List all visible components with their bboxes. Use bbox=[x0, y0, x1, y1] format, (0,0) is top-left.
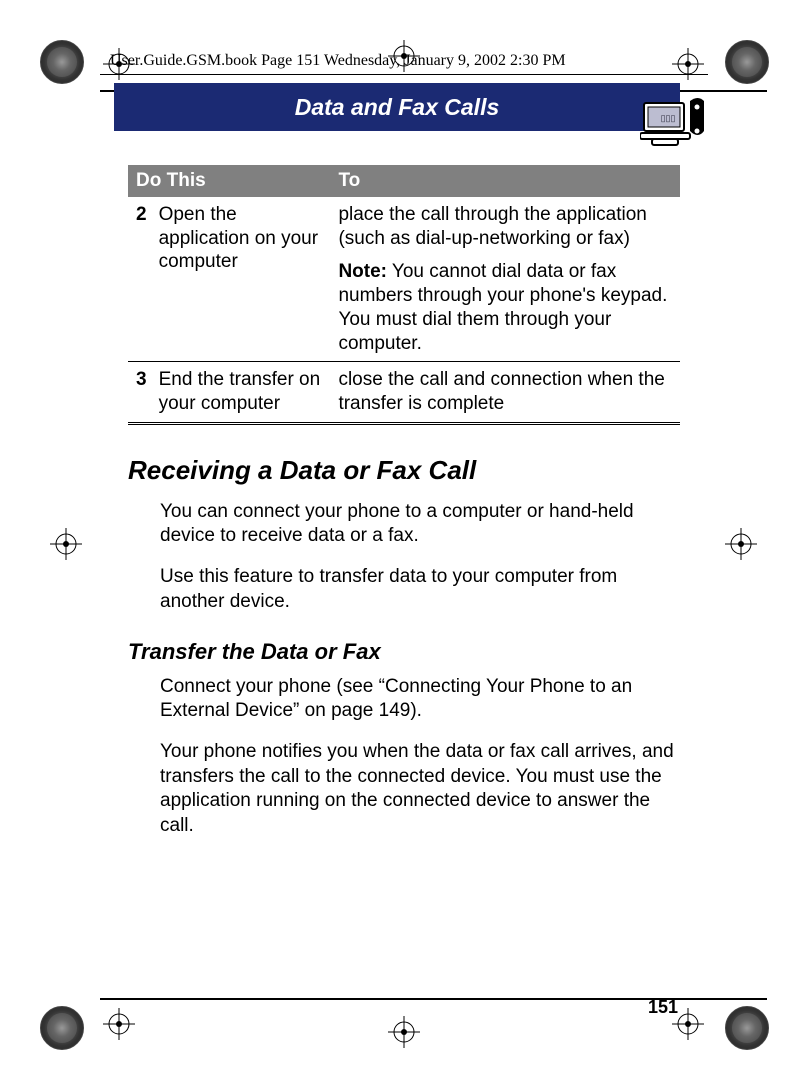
step-result-main: close the call and connection when the t… bbox=[330, 362, 680, 424]
step-note: Note: You cannot dial data or fax number… bbox=[338, 260, 672, 355]
step-action: End the transfer on your computer bbox=[151, 362, 331, 424]
decor-disc-bottom-right-icon bbox=[725, 1006, 769, 1050]
registration-mark-icon bbox=[50, 528, 82, 560]
section-banner-wrap: Data and Fax Calls ▯▯▯ bbox=[100, 79, 708, 137]
decor-disc-top-right-icon bbox=[725, 40, 769, 84]
step-result: place the call through the application (… bbox=[330, 197, 680, 362]
paragraph: Your phone notifies you when the data or… bbox=[128, 740, 680, 839]
paragraph: Connect your phone (see “Connecting Your… bbox=[128, 675, 680, 724]
table-row: 2 Open the application on your computer … bbox=[128, 197, 680, 362]
paragraph: Use this feature to transfer data to you… bbox=[128, 565, 680, 614]
registration-mark-icon bbox=[725, 528, 757, 560]
content-body: Do This To 2 Open the application on you… bbox=[100, 137, 708, 839]
subheading-transfer: Transfer the Data or Fax bbox=[128, 639, 680, 665]
decor-disc-bottom-left-icon bbox=[40, 1006, 84, 1050]
svg-text:▯▯▯: ▯▯▯ bbox=[661, 113, 676, 123]
step-number: 2 bbox=[128, 197, 151, 362]
page-number: 151 bbox=[648, 997, 678, 1018]
instruction-table: Do This To 2 Open the application on you… bbox=[128, 165, 680, 425]
computer-phone-icon: ▯▯▯ bbox=[640, 93, 712, 149]
table-header-do-this: Do This bbox=[128, 165, 330, 197]
note-label: Note: bbox=[338, 261, 387, 282]
document-page: User.Guide.GSM.book Page 151 Wednesday, … bbox=[100, 40, 708, 1040]
step-action: Open the application on your computer bbox=[151, 197, 331, 362]
paragraph: You can connect your phone to a computer… bbox=[128, 500, 680, 549]
table-header-to: To bbox=[330, 165, 680, 197]
step-number: 3 bbox=[128, 362, 151, 424]
page-header-line: User.Guide.GSM.book Page 151 Wednesday, … bbox=[100, 40, 708, 75]
step-result-main: place the call through the application (… bbox=[338, 203, 672, 251]
table-row: 3 End the transfer on your computer clos… bbox=[128, 362, 680, 424]
note-text: You cannot dial data or fax numbers thro… bbox=[338, 261, 667, 353]
section-title-banner: Data and Fax Calls bbox=[114, 83, 680, 131]
decor-disc-top-left-icon bbox=[40, 40, 84, 84]
heading-receiving: Receiving a Data or Fax Call bbox=[128, 455, 680, 486]
